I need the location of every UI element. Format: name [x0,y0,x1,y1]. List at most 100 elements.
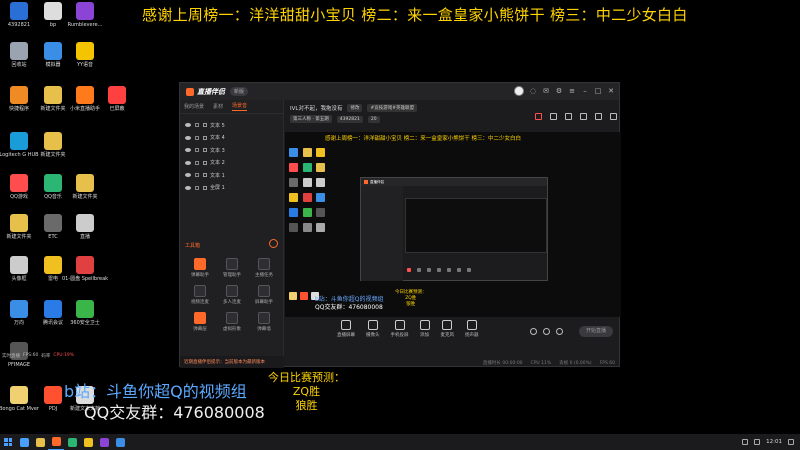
tab-0[interactable]: 我的场景 [184,103,204,110]
room-title[interactable]: IVL对不起，我拖没有 [290,104,342,112]
eye-icon[interactable] [185,160,191,165]
eye-icon[interactable] [185,123,191,128]
eye-icon[interactable] [185,185,191,190]
edit-chip[interactable]: 修改 [347,104,363,112]
taskbar-app[interactable] [64,434,80,450]
desktop-icon[interactable]: 头像框 [2,256,36,282]
desktop-icon[interactable]: 已屏蔽 [100,86,134,112]
scene-item[interactable]: 文本 1 [180,169,283,182]
tool-item[interactable]: 虚拟形象 [216,312,248,332]
scene-item[interactable]: 文本 3 [180,144,283,157]
control-button[interactable]: 摄像头 [366,320,380,338]
lock-icon[interactable] [195,185,199,190]
tool-item[interactable]: 弹幕层 [184,312,216,332]
tool-item[interactable]: 多人连麦 [216,285,248,305]
scene-item[interactable]: 全屏 1 [180,182,283,195]
close-icon[interactable]: ✕ [607,87,615,95]
mail-icon[interactable]: ✉ [542,87,550,95]
taskbar-app[interactable] [16,434,32,450]
desktop-icon[interactable]: 01-圆盘 Spellbreak [62,256,108,282]
headset-icon[interactable]: ◌ [529,87,537,95]
desktop-icon[interactable]: Rumblevere... [68,2,102,28]
taskbar-app[interactable] [32,434,48,450]
avatar[interactable] [514,86,524,96]
taskbar-app[interactable] [96,434,112,450]
desktop-icon[interactable]: 小米直播助手 [68,86,102,112]
desktop-icon[interactable]: 新建文件夹 [36,86,70,112]
control-button[interactable]: 添加 [419,320,430,338]
share-icon[interactable] [580,113,587,120]
lock-icon[interactable] [195,148,199,153]
desktop-icon[interactable]: 新建文件夹 [2,214,36,240]
windows-start-icon[interactable] [0,434,16,450]
more-icon[interactable] [610,113,617,120]
tool-item[interactable]: 视频连麦 [184,285,216,305]
scene-item[interactable]: 文本 4 [180,132,283,145]
desktop-icon[interactable]: Bongo Cat Mver [0,386,39,412]
stream-preview[interactable]: 感谢上周榜一：洋洋甜甜小宝贝 榜二：来一盒皇家小熊饼干 榜三：中二少女白白 直播… [285,132,621,317]
desktop-icon[interactable]: bp [36,2,70,28]
logo-icon [186,87,194,96]
notification-icon[interactable] [788,439,794,445]
version-badge[interactable]: 新版 [230,87,249,96]
desktop-icon[interactable]: 360安全卫士 [68,300,102,326]
scene-item[interactable]: 文本 5 [180,119,283,132]
settings-gear-icon[interactable] [556,328,563,335]
minimize-icon[interactable]: – [581,87,589,95]
desktop-icon[interactable]: QQ游戏 [2,174,36,200]
eye-icon[interactable] [185,148,191,153]
sub-category-chip[interactable]: 第三人称 · 第五期 [290,115,332,123]
lock-icon[interactable] [195,160,199,165]
notice-text[interactable]: 近期直播伴侣提示：当前版本为最新版本 [180,356,284,368]
nested-app-name: 直播伴侣 [370,179,384,184]
clock[interactable]: 12:01 [766,439,782,445]
desktop-icon[interactable]: 新建文件夹 [68,174,102,200]
tab-2[interactable]: 场景音 [232,102,248,111]
tool-item[interactable]: 主播任务 [248,258,280,278]
maximize-icon[interactable]: □ [594,87,602,95]
tab-1[interactable]: 素材 [213,103,223,110]
menu-icon[interactable]: ≡ [568,87,576,95]
toolbox-settings-icon[interactable] [269,239,278,248]
desktop-icon[interactable]: 直播 [68,214,102,240]
control-button[interactable]: 麦克风 [441,320,454,338]
tool-item[interactable]: 弹幕墙 [248,312,280,332]
lock-icon[interactable] [195,173,199,178]
eye-icon[interactable] [185,173,191,178]
desktop-icon[interactable]: Logitech G HUB [0,132,39,158]
network-icon[interactable] [742,439,749,445]
gift-icon[interactable] [535,113,542,120]
taskbar-app[interactable] [48,434,64,450]
desktop-icon[interactable]: ETC [36,214,70,240]
desktop-icon[interactable]: 快捷程序 [2,86,36,112]
settings-icon[interactable]: ⚙ [555,87,563,95]
tool-item[interactable]: 屏幕助手 [248,285,280,305]
desktop-icon[interactable]: 回收站 [2,42,36,68]
control-button[interactable]: 手机投屏 [391,320,409,338]
screenshot-icon[interactable] [543,328,550,335]
record-icon[interactable] [530,328,537,335]
desktop-icon[interactable]: 腾讯会议 [36,300,70,326]
eye-icon[interactable] [185,135,191,140]
control-button[interactable]: 直播屏幕 [337,320,355,338]
grid-icon[interactable] [550,113,557,120]
desktop-icon[interactable]: 4392821 [2,2,36,28]
tool-item[interactable]: 管理助手 [216,258,248,278]
category-chip[interactable]: #竞技游戏#英雄联盟 [367,104,417,112]
scene-item[interactable]: 文本 2 [180,157,283,170]
lock-icon[interactable] [195,135,199,140]
volume-icon[interactable] [754,439,761,445]
desktop-icon[interactable]: 新建文件夹 [36,132,70,158]
taskbar-app[interactable] [112,434,128,450]
tool-item[interactable]: 弹幕助手 [184,258,216,278]
desktop-icon[interactable]: 模拟器 [36,42,70,68]
start-live-button[interactable]: 开始直播 [579,326,613,337]
lock-icon[interactable] [195,123,199,128]
desktop-icon[interactable]: YY语音 [68,42,102,68]
bell-icon[interactable] [595,113,602,120]
copy-icon[interactable] [565,113,572,120]
desktop-icon[interactable]: QQ音乐 [36,174,70,200]
desktop-icon[interactable]: 万向 [2,300,36,326]
control-button[interactable]: 扬声器 [465,320,479,338]
taskbar-app[interactable] [80,434,96,450]
